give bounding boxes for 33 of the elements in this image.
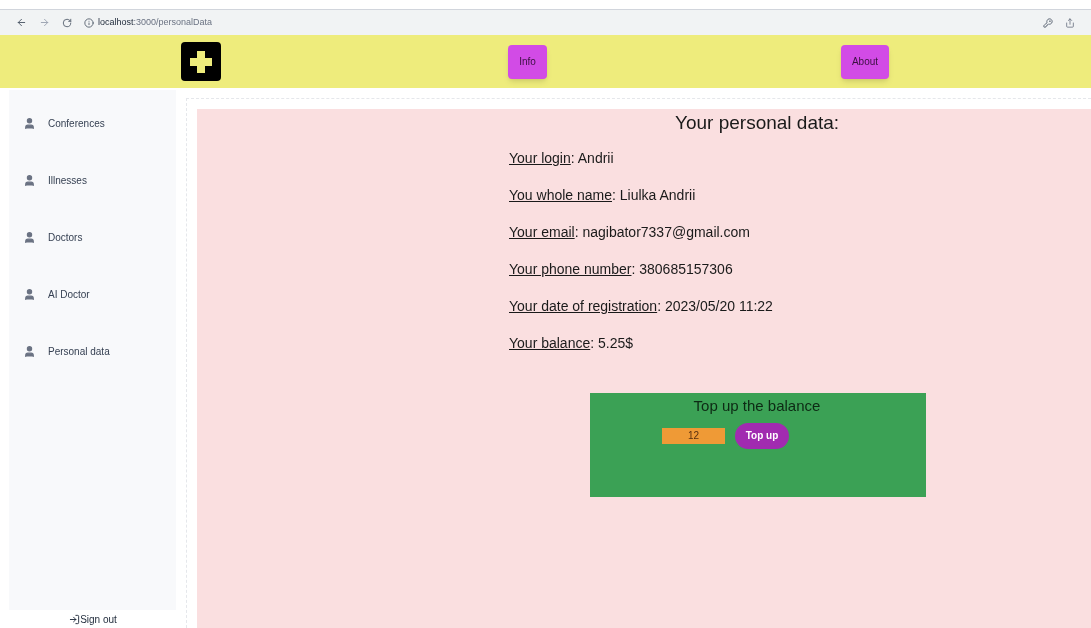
- person-icon: [23, 288, 36, 301]
- field-line: Your email: nagibator7337@gmail.com: [509, 223, 751, 242]
- back-icon[interactable]: [16, 17, 27, 28]
- address-field[interactable]: localhost:3000/personalData: [84, 15, 1031, 30]
- person-icon: [23, 117, 36, 130]
- key-icon[interactable]: [1043, 17, 1053, 28]
- person-icon: [23, 345, 36, 358]
- reload-icon[interactable]: [62, 17, 72, 28]
- url-text: localhost:3000/personalData: [98, 15, 213, 29]
- top-up-title: Top up the balance: [693, 396, 821, 416]
- cross-logo-icon[interactable]: [181, 42, 221, 81]
- top-up-button[interactable]: Top up: [735, 422, 789, 449]
- amount-field[interactable]: 12: [662, 427, 725, 444]
- page-title: Your personal data:: [675, 111, 841, 135]
- info-button[interactable]: Info: [508, 44, 547, 79]
- field-line: Your balance: 5.25$: [509, 334, 635, 353]
- sign-out-link[interactable]: Sign out: [69, 611, 117, 627]
- sidebar-item[interactable]: Doctors: [9, 229, 176, 246]
- sidebar-item[interactable]: Personal data: [9, 343, 176, 360]
- field-line: Your phone number: 380685157306: [509, 260, 734, 279]
- share-icon[interactable]: [1065, 17, 1075, 28]
- sidebar-item[interactable]: AI Doctor: [9, 286, 176, 303]
- field-line: Your login: Andrii: [509, 149, 615, 168]
- forward-icon[interactable]: [39, 17, 50, 28]
- person-icon: [23, 174, 36, 187]
- sidebar-item[interactable]: Conferences: [9, 115, 176, 132]
- about-button[interactable]: About: [841, 44, 889, 79]
- field-line: You whole name: Liulka Andrii: [509, 186, 697, 205]
- sign-out-icon: [69, 613, 81, 625]
- info-icon: [84, 17, 94, 28]
- person-icon: [23, 231, 36, 244]
- field-line: Your date of registration: 2023/05/20 11:22: [509, 297, 774, 316]
- sidebar-item[interactable]: Illnesses: [9, 172, 176, 189]
